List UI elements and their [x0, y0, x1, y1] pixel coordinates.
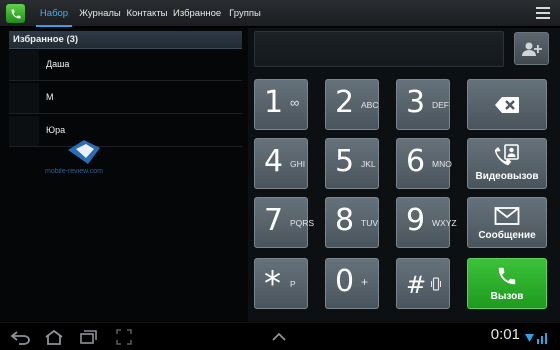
key-letters: GHI — [290, 159, 306, 169]
key-letters: ABC — [361, 100, 379, 110]
add-person-icon — [521, 42, 542, 56]
contact-name: Юра — [46, 125, 66, 135]
key-digit: 6 — [406, 144, 426, 179]
tab-contacts[interactable]: Контакты — [126, 0, 168, 27]
recent-apps-icon[interactable] — [80, 329, 98, 345]
key-digit: 0 — [335, 264, 355, 299]
video-call-label: Видеовызов — [475, 171, 539, 182]
key-letters: MNO — [432, 159, 452, 169]
contact-photo — [9, 116, 39, 146]
key-star[interactable]: * P — [254, 258, 308, 309]
system-bar: 0:01 — [0, 322, 560, 350]
key-letters: PQRS — [290, 218, 315, 228]
favorites-panel: Избранное (3) Даша М Юра mobile-review.c… — [0, 28, 248, 322]
voicemail-icon: ∞ — [290, 95, 300, 110]
key-letters: JKL — [361, 159, 376, 169]
contact-name: М — [46, 92, 54, 102]
key-0[interactable]: 0 + — [325, 258, 379, 309]
call-label: Вызов — [490, 291, 524, 302]
watermark-text: mobile-review.com — [45, 168, 103, 175]
key-8[interactable]: 8 TUV — [325, 197, 379, 248]
menu-icon[interactable] — [536, 7, 550, 19]
key-digit: 4 — [264, 144, 284, 179]
key-digit: 5 — [335, 144, 355, 179]
key-9[interactable]: 9 WXYZ — [396, 197, 457, 248]
key-letters: DEF — [432, 100, 449, 110]
tab-favorites[interactable]: Избранное — [173, 0, 221, 27]
key-3[interactable]: 3 DEF — [396, 79, 450, 130]
chevron-up-icon[interactable] — [272, 332, 286, 341]
key-digit: 3 — [406, 85, 426, 120]
key-digit: 9 — [406, 203, 426, 238]
backspace-icon — [495, 97, 519, 113]
home-icon[interactable] — [44, 329, 64, 345]
favorite-contact-item[interactable]: Юра — [9, 115, 242, 147]
message-label: Сообщение — [478, 230, 536, 241]
tab-logs[interactable]: Журналы — [79, 0, 121, 27]
phone-icon — [498, 267, 516, 285]
key-digit: # — [406, 271, 427, 299]
key-digit: 7 — [264, 203, 284, 238]
contact-photo — [9, 83, 39, 113]
key-6[interactable]: 6 MNO — [396, 138, 452, 189]
key-letters: WXYZ — [432, 218, 457, 228]
key-1[interactable]: 1 ∞ — [254, 79, 308, 130]
backspace-button[interactable] — [467, 79, 547, 130]
wifi-signal-icon — [525, 333, 547, 344]
clock: 0:01 — [490, 326, 520, 343]
contact-photo — [9, 50, 39, 80]
favorite-contact-item[interactable]: Даша — [9, 49, 242, 81]
key-digit: * — [264, 264, 281, 304]
contact-name: Даша — [46, 59, 70, 69]
favorite-contact-item[interactable]: М — [9, 82, 242, 114]
key-digit: 1 — [264, 85, 284, 120]
vibrate-icon — [431, 277, 441, 291]
key-2[interactable]: 2 ABC — [325, 79, 379, 130]
number-input[interactable] — [254, 31, 504, 67]
back-icon[interactable] — [10, 329, 32, 345]
tab-dial[interactable]: Набор — [34, 0, 74, 27]
key-4[interactable]: 4 GHI — [254, 138, 308, 189]
key-5[interactable]: 5 JKL — [325, 138, 379, 189]
key-7[interactable]: 7 PQRS — [254, 197, 314, 248]
envelope-icon — [494, 207, 520, 225]
key-letters: TUV — [361, 218, 378, 228]
key-hash[interactable]: # — [396, 258, 450, 309]
key-digit: 8 — [335, 203, 355, 238]
watermark-logo — [64, 136, 104, 166]
key-digit: 2 — [335, 85, 355, 120]
screenshot-icon[interactable] — [116, 329, 132, 345]
add-contact-button[interactable] — [514, 32, 549, 65]
video-call-icon — [494, 144, 519, 166]
tab-groups[interactable]: Группы — [226, 0, 264, 27]
message-button[interactable]: Сообщение — [467, 197, 547, 248]
favorites-header: Избранное (3) — [9, 31, 242, 49]
call-button[interactable]: Вызов — [467, 258, 547, 309]
key-letters: + — [361, 275, 369, 289]
key-letters: P — [290, 279, 296, 289]
phone-app-icon[interactable] — [6, 4, 25, 23]
dialer-panel: 1 ∞ 2 ABC 3 DEF 4 GHI 5 JKL 6 MNO Видеов… — [248, 28, 560, 322]
video-call-button[interactable]: Видеовызов — [467, 138, 547, 189]
tab-bar: Набор Журналы Контакты Избранное Группы — [0, 0, 560, 27]
